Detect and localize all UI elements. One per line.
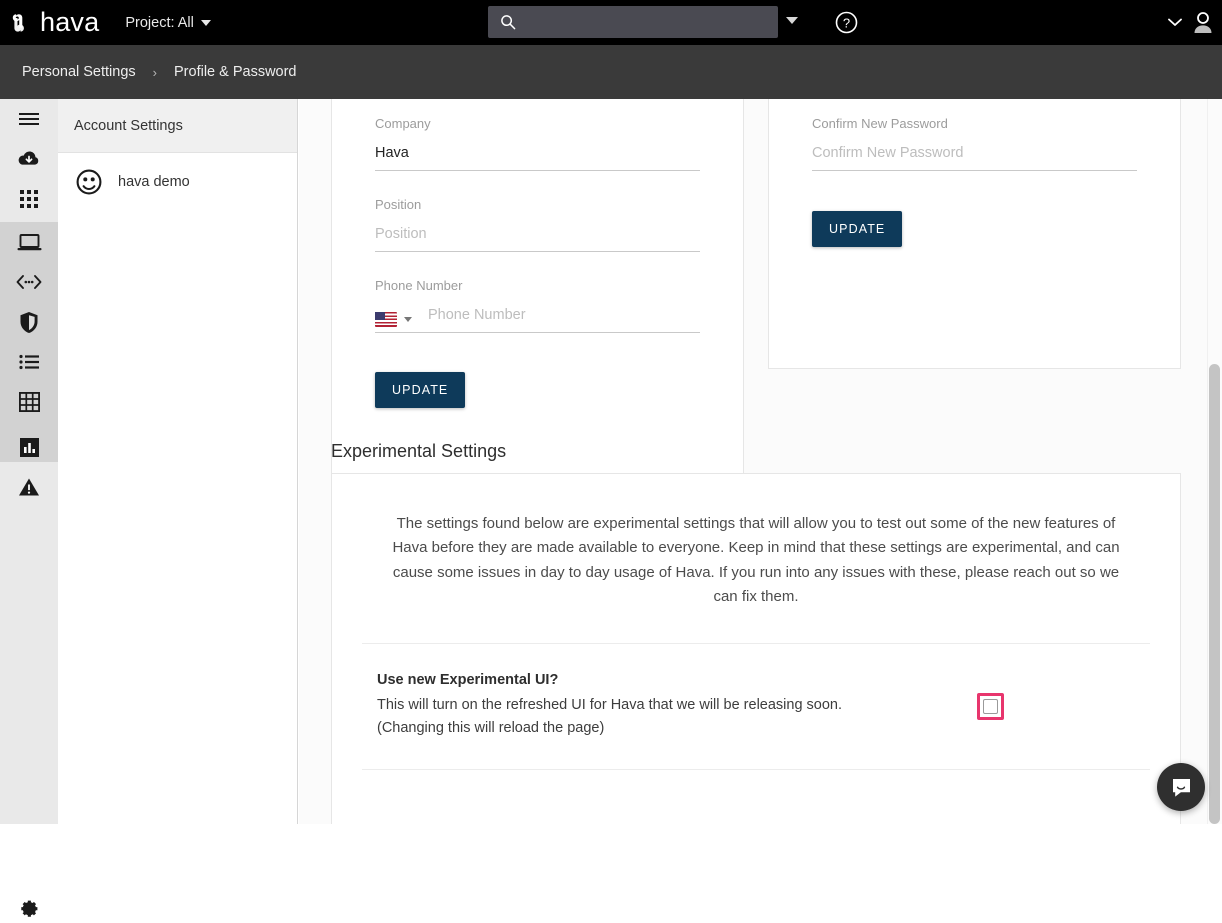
- experimental-blurb: The settings found below are experimenta…: [384, 512, 1128, 610]
- chevron-down-icon: [201, 20, 211, 26]
- main-content: Company Position Phone Number UPDATE Con…: [299, 99, 1222, 824]
- password-actions: UPDATE: [769, 211, 1180, 247]
- breadcrumb: Personal Settings › Profile & Password: [0, 45, 1222, 99]
- shield-icon: [19, 311, 39, 334]
- rail-item-hamburger-menu[interactable]: [0, 99, 58, 139]
- phone-input[interactable]: [426, 306, 700, 332]
- password-form-card: Confirm New Password UPDATE: [768, 99, 1181, 369]
- page-scrollbar-track[interactable]: [1207, 99, 1222, 824]
- confirm-password-field-group: Confirm New Password: [769, 116, 1180, 171]
- position-label: Position: [375, 197, 700, 212]
- company-field-group: Company: [332, 116, 743, 171]
- us-flag-icon[interactable]: [375, 312, 397, 327]
- account-settings-title: Account Settings: [58, 99, 297, 153]
- company-input[interactable]: [375, 145, 700, 171]
- search-icon: [500, 14, 516, 30]
- password-update-button[interactable]: UPDATE: [812, 211, 902, 247]
- phone-input-row: [375, 306, 700, 333]
- experimental-divider-bottom: [362, 769, 1150, 770]
- rail-item-environments[interactable]: [0, 222, 58, 262]
- experimental-settings-card: The settings found below are experimenta…: [331, 473, 1181, 824]
- rail-item-reports[interactable]: [0, 427, 58, 467]
- phone-label: Phone Number: [375, 278, 700, 293]
- search-box[interactable]: [488, 6, 778, 38]
- hava-logo[interactable]: hava: [12, 9, 99, 36]
- hava-logo-icon: [12, 11, 38, 35]
- gear-icon: [18, 898, 40, 920]
- confirm-password-input[interactable]: [812, 145, 1137, 171]
- project-selector-label: Project: All: [125, 15, 194, 31]
- rail-item-tables[interactable]: [0, 382, 58, 422]
- project-selector[interactable]: Project: All: [125, 15, 211, 31]
- experimental-ui-text: Use new Experimental UI? This will turn …: [377, 672, 842, 741]
- confirm-password-label: Confirm New Password: [812, 116, 1137, 131]
- experimental-ui-title: Use new Experimental UI?: [377, 672, 842, 688]
- experimental-ui-checkbox[interactable]: [983, 699, 998, 714]
- rail-item-alerts[interactable]: [0, 467, 58, 507]
- phone-field-group: Phone Number: [332, 278, 743, 333]
- question-circle-icon[interactable]: ?: [835, 11, 858, 34]
- rail-item-apps-grid[interactable]: [0, 179, 58, 219]
- warning-triangle-icon: [18, 477, 40, 497]
- search-input[interactable]: [525, 14, 755, 31]
- user-avatar-icon[interactable]: [1192, 11, 1214, 34]
- breadcrumb-current: Profile & Password: [174, 64, 297, 80]
- rail-item-security[interactable]: [0, 302, 58, 342]
- position-field-group: Position: [332, 197, 743, 252]
- chat-launcher-button[interactable]: [1157, 763, 1205, 811]
- page-scrollbar-thumb[interactable]: [1209, 364, 1220, 824]
- user-menu-chevron-down-icon[interactable]: [1168, 18, 1182, 27]
- experimental-ui-toggle-row: Use new Experimental UI? This will turn …: [332, 644, 1180, 769]
- experimental-section-title: Experimental Settings: [331, 441, 506, 462]
- account-user-name: hava demo: [118, 174, 190, 190]
- user-face-icon: [76, 169, 102, 195]
- list-icon: [19, 354, 40, 370]
- code-brackets-icon: [16, 274, 42, 290]
- profile-update-button[interactable]: UPDATE: [375, 372, 465, 408]
- company-label: Company: [375, 116, 700, 131]
- top-bar: hava Project: All ?: [0, 0, 1222, 45]
- hava-logo-text: hava: [40, 9, 99, 36]
- position-input[interactable]: [375, 226, 700, 252]
- country-caret-down-icon[interactable]: [404, 317, 412, 322]
- table-grid-icon: [19, 392, 40, 412]
- rail-item-connections[interactable]: [0, 262, 58, 302]
- bar-chart-icon: [20, 438, 39, 457]
- account-settings-panel: Account Settings hava demo: [58, 99, 298, 824]
- apps-grid-icon: [19, 189, 39, 209]
- rail-item-lists[interactable]: [0, 342, 58, 382]
- experimental-ui-desc-line1: This will turn on the refreshed UI for H…: [377, 694, 842, 717]
- laptop-icon: [17, 233, 42, 252]
- search-filter-caret-icon[interactable]: [786, 17, 798, 24]
- icon-rail: [0, 99, 58, 824]
- rail-item-settings[interactable]: [0, 895, 58, 923]
- profile-actions: UPDATE: [332, 372, 743, 408]
- chat-bubble-icon: [1170, 776, 1193, 799]
- hamburger-menu-icon: [18, 111, 40, 127]
- rail-item-cloud-download[interactable]: [0, 139, 58, 179]
- breadcrumb-separator-icon: ›: [153, 65, 157, 80]
- svg-text:?: ?: [843, 16, 850, 31]
- account-user-item[interactable]: hava demo: [58, 153, 297, 211]
- experimental-ui-checkbox-highlight: [977, 693, 1004, 720]
- breadcrumb-parent[interactable]: Personal Settings: [22, 64, 136, 80]
- cloud-download-icon: [17, 149, 41, 169]
- experimental-ui-desc-line2: (Changing this will reload the page): [377, 717, 842, 740]
